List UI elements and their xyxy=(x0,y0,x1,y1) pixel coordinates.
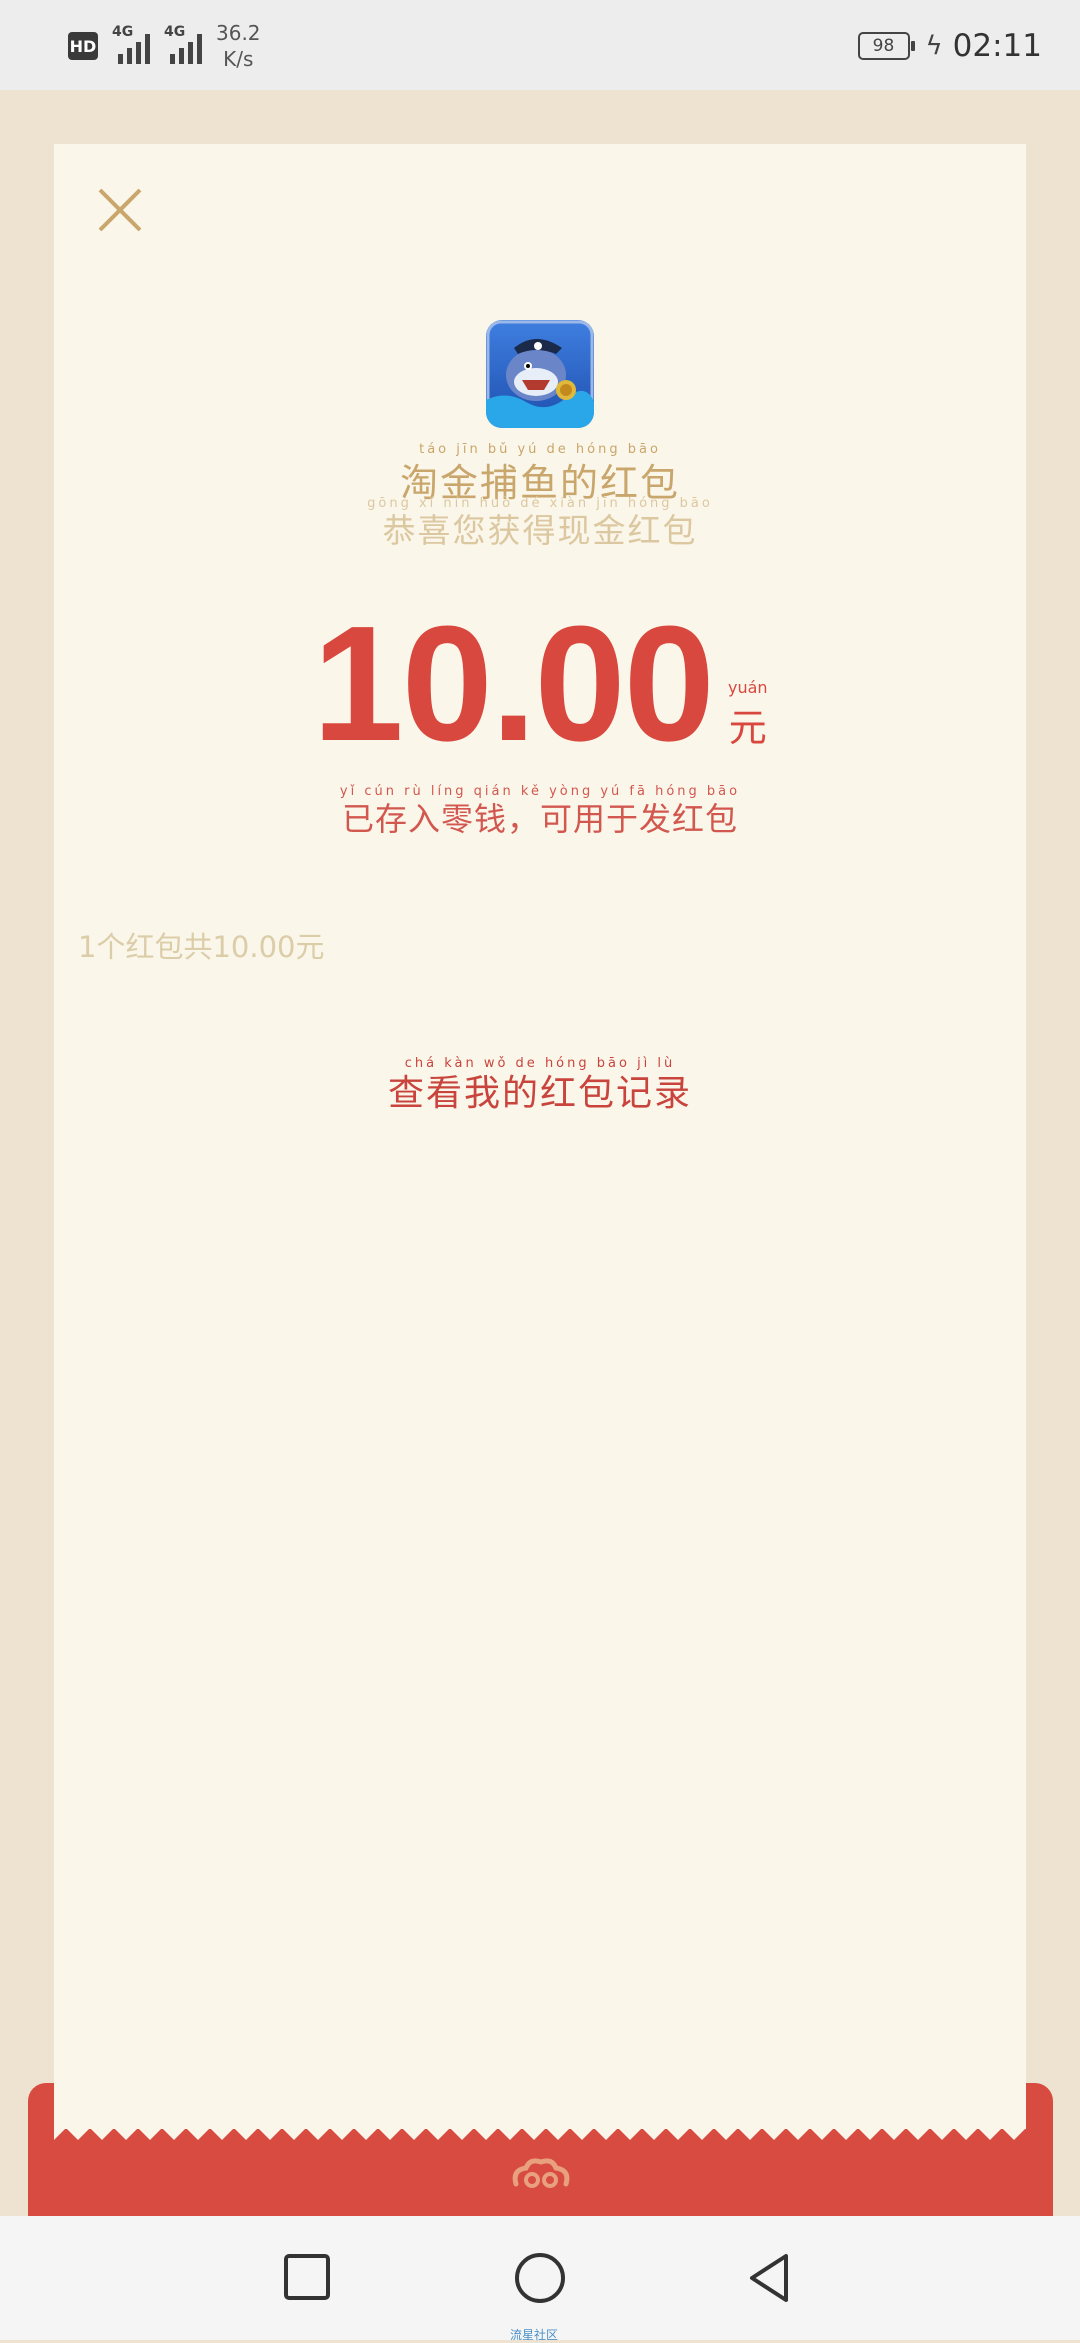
cloud-icon xyxy=(512,2158,570,2188)
status-left: HD 4G 4G 36.2 K/s xyxy=(68,20,261,72)
square-icon xyxy=(284,2254,330,2300)
currency-pinyin: yuán xyxy=(727,678,768,697)
recents-button[interactable] xyxy=(278,2248,338,2308)
signal-icon: 4G xyxy=(112,24,150,64)
packet-count-summary: 1个红包共10.00元 xyxy=(78,930,325,964)
signal-icon-2: 4G xyxy=(164,24,202,64)
status-right: 98 ϟ 02:11 xyxy=(857,22,1042,70)
amount-value: 10.00 xyxy=(312,592,714,775)
status-bar: HD 4G 4G 36.2 K/s 98 ϟ 02:11 xyxy=(0,0,1080,90)
red-packet-card: táo jīn bǔ yú de hóng bāo 淘金捕鱼的红包 gōng x… xyxy=(54,144,1026,2129)
amount-display: 10.00 yuán 元 xyxy=(54,592,1026,775)
battery-level: 98 xyxy=(872,36,895,56)
watermark-text: 流星社区 xyxy=(510,2328,559,2342)
charging-icon: ϟ xyxy=(925,31,943,61)
close-icon xyxy=(98,188,142,232)
currency-unit: yuán 元 xyxy=(728,678,768,752)
close-button[interactable] xyxy=(90,180,150,240)
zigzag-edge xyxy=(54,2118,1026,2140)
system-navigation-bar: 流星社区 xyxy=(0,2216,1080,2342)
back-button[interactable] xyxy=(740,2248,800,2308)
triangle-back-icon xyxy=(750,2254,788,2302)
stored-to-change-note: 已存入零钱，可用于发红包 xyxy=(341,800,738,838)
home-button[interactable] xyxy=(510,2248,570,2308)
clock: 02:11 xyxy=(952,28,1042,64)
battery-icon: 98 xyxy=(857,32,915,60)
circle-icon xyxy=(515,2253,565,2303)
app-icon xyxy=(486,320,594,428)
network-type-label-2: 4G xyxy=(164,24,186,40)
network-speed: 36.2 K/s xyxy=(216,20,261,72)
currency-label: 元 xyxy=(728,706,767,750)
congrats-subtitle: 恭喜您获得现金红包 xyxy=(382,511,698,550)
view-records-link[interactable]: 查看我的红包记录 xyxy=(54,1064,1026,1116)
network-type-label: 4G xyxy=(112,24,134,40)
hd-badge: HD xyxy=(68,32,98,60)
speed-value: 36.2 xyxy=(216,21,261,45)
speed-unit: K/s xyxy=(223,47,254,71)
